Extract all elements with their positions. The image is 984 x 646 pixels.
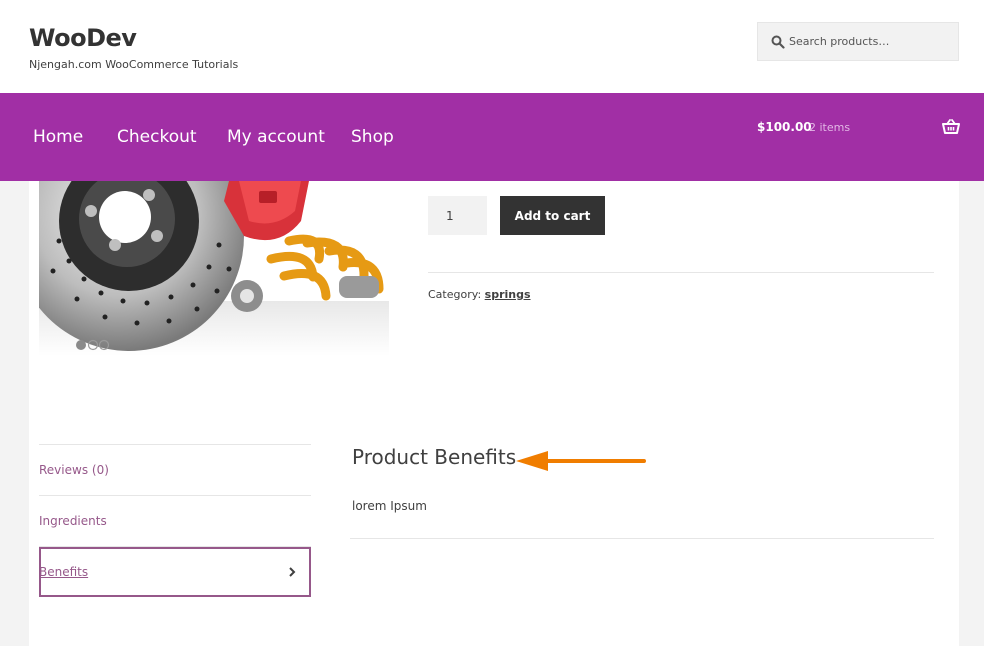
quantity-input[interactable] xyxy=(428,196,487,235)
site-tagline: Njengah.com WooCommerce Tutorials xyxy=(29,58,239,71)
divider xyxy=(428,272,934,273)
tab-benefits[interactable]: Benefits xyxy=(39,547,311,597)
tab-ingredients[interactable]: Ingredients xyxy=(39,514,107,528)
nav-item-my-account[interactable]: My account xyxy=(227,127,325,147)
tab-divider xyxy=(39,495,311,496)
product-content: Add to cart Category: springs Reviews (0… xyxy=(29,181,959,646)
cart-total[interactable]: $100.00 xyxy=(757,120,812,134)
search-input[interactable] xyxy=(789,23,957,60)
product-category: Category: springs xyxy=(428,288,531,301)
search-icon xyxy=(771,35,785,49)
category-link[interactable]: springs xyxy=(485,288,531,301)
divider xyxy=(350,538,934,539)
chevron-right-icon xyxy=(289,567,296,577)
gallery-dots[interactable] xyxy=(75,339,109,351)
site-header: WooDev Njengah.com WooCommerce Tutorials xyxy=(0,0,984,93)
site-title[interactable]: WooDev xyxy=(29,24,137,52)
annotation-arrow-icon xyxy=(516,451,646,471)
tab-divider xyxy=(39,444,311,445)
basket-icon[interactable] xyxy=(942,119,960,135)
tab-reviews[interactable]: Reviews (0) xyxy=(39,463,109,477)
primary-navigation: Home Checkout My account Shop $100.00 2 … xyxy=(0,93,984,181)
brake-disc-and-spring-image xyxy=(39,181,389,356)
nav-item-shop[interactable]: Shop xyxy=(351,127,394,147)
tab-benefits-label[interactable]: Benefits xyxy=(39,565,88,579)
product-image[interactable] xyxy=(39,181,389,356)
cart-count[interactable]: 2 items xyxy=(809,121,850,134)
panel-title: Product Benefits xyxy=(352,445,517,469)
panel-text: lorem Ipsum xyxy=(352,499,427,513)
category-label: Category: xyxy=(428,288,482,301)
nav-item-checkout[interactable]: Checkout xyxy=(117,127,197,147)
add-to-cart-button[interactable]: Add to cart xyxy=(500,196,605,235)
search-box xyxy=(757,22,959,61)
nav-item-home[interactable]: Home xyxy=(33,127,83,147)
